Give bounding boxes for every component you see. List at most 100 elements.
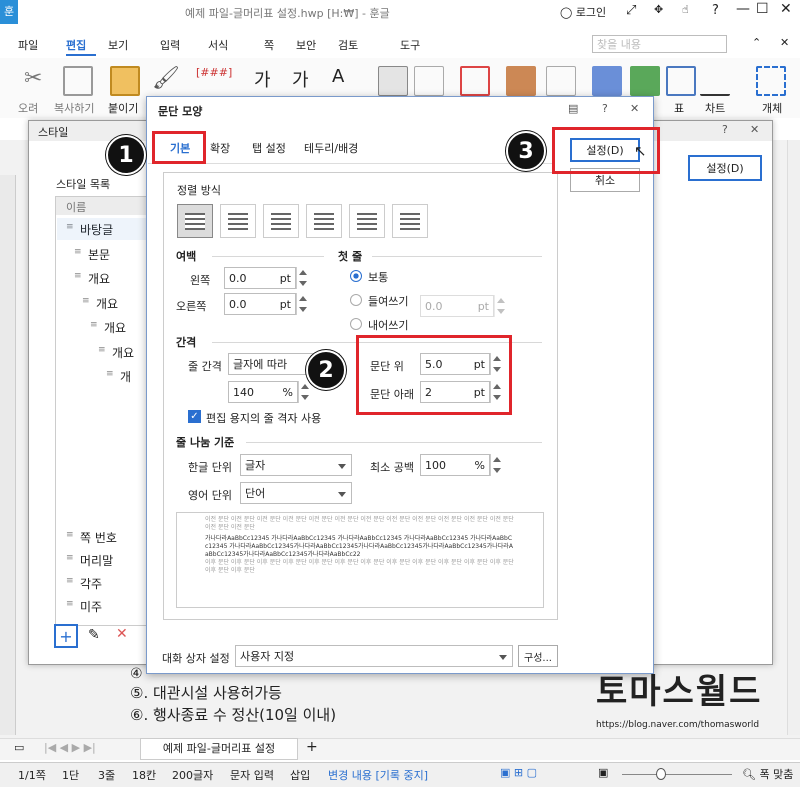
spell-icon[interactable]: 가 [292, 66, 309, 92]
page-icon[interactable] [414, 66, 444, 96]
config-button[interactable]: 구성... [518, 645, 558, 667]
line-spacing-spinner[interactable] [298, 381, 310, 403]
tab-2[interactable]: 탭 설정 [252, 140, 286, 156]
object-icon[interactable] [756, 66, 786, 96]
vertical-scrollbar[interactable] [787, 140, 800, 735]
chevron-up-icon[interactable]: ⌃ [752, 36, 761, 49]
style-list-item[interactable]: 개요 [96, 295, 118, 312]
para-dialog-help-icon[interactable]: ? [602, 102, 608, 115]
copy-icon[interactable] [63, 66, 93, 96]
left-input[interactable]: 0.0 pt [224, 267, 296, 289]
style-list-item[interactable]: 각주 [80, 575, 102, 592]
first-line-radio-2[interactable] [350, 318, 362, 330]
para-shape-icon[interactable] [378, 66, 408, 96]
zoom-thumb[interactable] [656, 768, 666, 780]
first-line-radio-0[interactable] [350, 270, 362, 282]
search-input[interactable]: 찾을 내용 [592, 35, 727, 53]
style-item-icon: ≡ [82, 295, 90, 306]
edit-style-icon[interactable]: ✎ [88, 627, 100, 643]
help-icon[interactable]: ? [712, 3, 719, 18]
style-dialog-close-icon[interactable]: ✕ [750, 123, 759, 136]
zoom-icon[interactable]: ▣ [598, 766, 608, 779]
first-line-spinner [494, 295, 506, 317]
tab-nav-icons[interactable]: |◀ ◀ ▶ ▶| [44, 741, 96, 754]
pin-icon[interactable]: ✥ [654, 3, 663, 16]
table-icon[interactable] [666, 66, 696, 96]
add-style-button[interactable]: + [54, 624, 78, 648]
close-icon[interactable]: ✕ [780, 1, 792, 17]
cut-icon[interactable]: ✂ [24, 66, 42, 91]
format-painter-icon[interactable]: 🖌 [152, 66, 180, 91]
picture-icon[interactable] [630, 66, 660, 96]
paste-icon[interactable] [110, 66, 140, 96]
menu-item[interactable]: 검토 [338, 37, 358, 53]
menu-item[interactable]: 편집 [66, 37, 86, 53]
style-list-item[interactable]: 본문 [88, 246, 110, 263]
zoom-slider[interactable] [622, 774, 732, 775]
line-spacing-input[interactable]: 140% [228, 381, 298, 403]
menu-item[interactable]: 도구 [400, 37, 420, 53]
right-spinner[interactable] [296, 293, 308, 315]
dialog-setting-select[interactable]: 사용자 지정 [235, 645, 513, 667]
style-setting-button[interactable]: 설정(D) [688, 155, 762, 181]
hand-icon[interactable]: ☝ [682, 3, 689, 16]
delete-style-icon[interactable]: ✕ [116, 626, 128, 642]
zoom-label[interactable]: 🔍︎ 폭 맞춤 [742, 766, 793, 782]
maximize-icon[interactable]: ☐ [756, 1, 769, 17]
style-list-item[interactable]: 개요 [88, 270, 110, 287]
left-spinner[interactable] [296, 267, 308, 289]
min-space-spinner[interactable] [490, 454, 502, 476]
border-icon[interactable] [460, 66, 490, 96]
tab-3[interactable]: 테두리/배경 [304, 140, 358, 156]
status-item-4: 200글자 [172, 769, 214, 782]
align-button-3[interactable] [306, 204, 342, 238]
style-list-item[interactable]: 머리말 [80, 552, 113, 569]
layout-icon[interactable] [506, 66, 536, 96]
shape-icon[interactable] [592, 66, 622, 96]
align-button-5[interactable] [392, 204, 428, 238]
chart-icon[interactable] [700, 66, 730, 96]
tab-1[interactable]: 확장 [210, 140, 230, 156]
style-dialog-help-icon[interactable]: ? [722, 123, 728, 136]
menu-item[interactable]: 입력 [160, 37, 180, 53]
korean-unit-select[interactable]: 글자 [240, 454, 352, 476]
align-button-0[interactable] [177, 204, 213, 238]
login-button[interactable]: ◯ 로그인 [560, 4, 606, 20]
close-ribbon-icon[interactable]: ✕ [780, 36, 789, 49]
style-icon[interactable]: A [332, 66, 344, 87]
style-list-item[interactable]: 개 [120, 368, 131, 385]
style-dialog-title: 스타일 [38, 126, 69, 139]
english-unit-select[interactable]: 단어 [240, 482, 352, 504]
multi-col-icon[interactable] [546, 66, 576, 96]
minimize-icon[interactable]: — [736, 1, 750, 17]
menu-item[interactable]: 파일 [18, 37, 38, 53]
grid-checkbox[interactable]: ✓ [188, 410, 201, 423]
min-space-input[interactable]: 100% [420, 454, 490, 476]
char-shape-icon[interactable]: 가 [254, 66, 271, 92]
tab-bar [0, 738, 800, 760]
view-icons[interactable]: ▣ ⊞ ▢ [500, 766, 537, 779]
para-dialog-menu-icon[interactable]: ▤ [568, 102, 578, 115]
right-input[interactable]: 0.0 pt [224, 293, 296, 315]
menu-item[interactable]: 서식 [208, 37, 228, 53]
align-button-4[interactable] [349, 204, 385, 238]
style-list-item[interactable]: 미주 [80, 598, 102, 615]
align-button-2[interactable] [263, 204, 299, 238]
menu-item[interactable]: 보기 [108, 37, 128, 53]
bracket-icon[interactable]: [###] [196, 66, 232, 79]
expand-icon[interactable]: ⤢ [626, 3, 636, 18]
para-dialog-close-icon[interactable]: ✕ [630, 102, 639, 115]
add-tab-icon[interactable]: + [306, 739, 318, 755]
dialog-setting-label: 대화 상자 설정 [162, 652, 230, 665]
align-button-1[interactable] [220, 204, 256, 238]
first-line-radio-1[interactable] [350, 294, 362, 306]
style-list-item[interactable]: 개요 [112, 344, 134, 361]
first-line-radio-label-2: 내어쓰기 [368, 319, 409, 332]
break-label: 줄 나눔 기준 [176, 436, 235, 449]
style-list-item[interactable]: 쪽 번호 [80, 529, 117, 546]
document-tab[interactable]: 예제 파일-글머리표 설정 [140, 738, 298, 760]
menu-item[interactable]: 보안 [296, 37, 316, 53]
document-icon[interactable]: ▭ [14, 741, 24, 754]
menu-item[interactable]: 쪽 [264, 37, 274, 53]
style-list-item[interactable]: 개요 [104, 319, 126, 336]
